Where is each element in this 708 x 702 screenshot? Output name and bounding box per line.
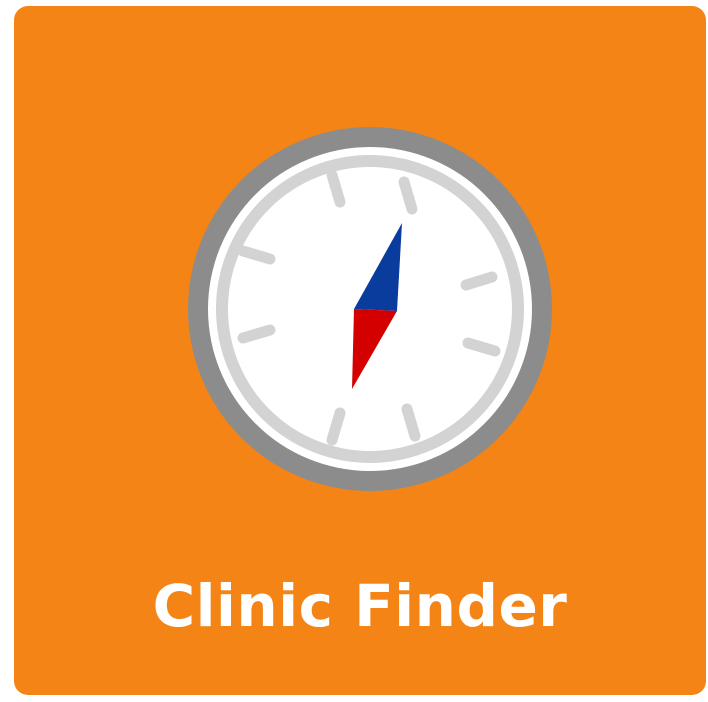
tile-label: Clinic Finder — [152, 572, 568, 640]
compass-icon — [188, 127, 552, 491]
clinic-finder-tile[interactable]: Clinic Finder — [14, 6, 706, 695]
